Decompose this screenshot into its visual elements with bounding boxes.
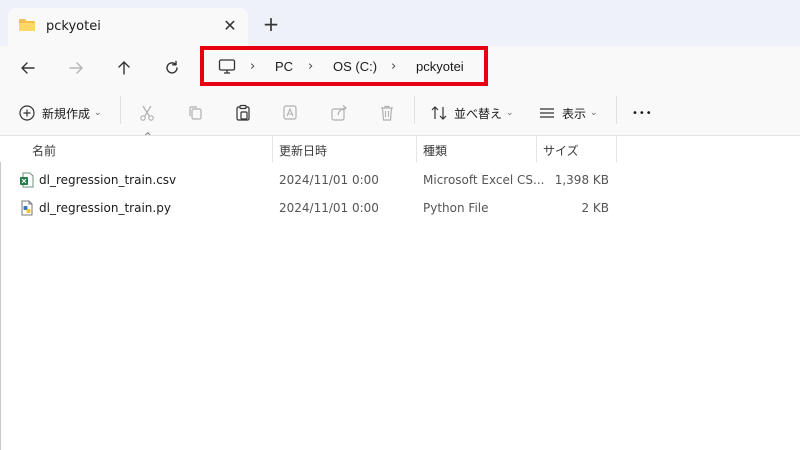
toolbar-divider	[120, 96, 121, 124]
view-list-icon	[540, 108, 554, 118]
title-bar: pckyotei ✕ +	[0, 0, 800, 46]
excel-csv-icon	[19, 172, 35, 188]
file-size: 1,398 KB	[554, 173, 609, 187]
file-name: dl_regression_train.csv	[39, 173, 177, 187]
new-label: 新規作成	[42, 106, 91, 121]
pc-icon[interactable]	[218, 59, 236, 74]
paste-button[interactable]	[234, 103, 252, 123]
chevron-down-icon: ⌄	[94, 108, 102, 118]
column-type[interactable]: 種類	[423, 142, 447, 159]
chevron-down-icon: ⌄	[506, 108, 514, 118]
view-button[interactable]: 表示 ⌄	[538, 103, 598, 123]
column-size[interactable]: サイズ	[543, 142, 579, 159]
column-divider[interactable]	[272, 136, 273, 162]
python-file-icon	[19, 200, 35, 216]
rename-icon	[283, 105, 297, 120]
refresh-icon	[166, 60, 178, 74]
column-divider[interactable]	[416, 136, 417, 162]
sort-label: 並べ替え	[454, 106, 503, 121]
file-type: Microsoft Excel CS...	[423, 173, 545, 187]
breadcrumb-separator[interactable]: ›	[250, 59, 255, 74]
file-type: Python File	[423, 201, 489, 215]
column-divider[interactable]	[536, 136, 537, 162]
file-row[interactable]: dl_regression_train.py 2024/11/01 0:00 P…	[0, 194, 800, 222]
arrow-up-icon	[118, 61, 130, 75]
copy-icon	[189, 106, 202, 120]
forward-button[interactable]	[62, 54, 90, 82]
new-tab-button[interactable]: +	[260, 12, 282, 36]
sort-arrows-icon	[431, 106, 447, 120]
column-name[interactable]: 名前	[32, 142, 56, 159]
paste-icon	[236, 104, 250, 121]
column-divider[interactable]	[616, 136, 617, 162]
file-row[interactable]: dl_regression_train.csv 2024/11/01 0:00 …	[0, 166, 800, 194]
refresh-button[interactable]	[158, 54, 186, 82]
plus-circle-icon	[19, 105, 35, 121]
rename-button[interactable]	[282, 103, 300, 123]
arrow-right-icon	[69, 62, 83, 74]
delete-button[interactable]	[378, 103, 396, 123]
arrow-left-icon	[21, 62, 35, 74]
chevron-down-icon: ⌄	[590, 108, 598, 118]
copy-button[interactable]	[186, 103, 204, 123]
file-name: dl_regression_train.py	[39, 201, 171, 215]
more-options-icon[interactable]: •••	[632, 103, 653, 123]
scissors-icon	[140, 105, 154, 121]
column-date[interactable]: 更新日時	[279, 142, 327, 159]
back-button[interactable]	[14, 54, 42, 82]
breadcrumb-os-c[interactable]: OS (C:)	[333, 59, 377, 74]
toolbar-divider	[616, 96, 617, 124]
file-date: 2024/11/01 0:00	[279, 201, 379, 215]
close-tab-icon[interactable]: ✕	[220, 15, 240, 35]
toolbar-divider	[414, 96, 415, 124]
tab-pckyotei[interactable]: pckyotei ✕	[8, 8, 248, 46]
file-size: 2 KB	[581, 201, 609, 215]
column-header: ^ 名前 更新日時 種類 サイズ	[0, 132, 800, 162]
cut-button[interactable]	[138, 103, 156, 123]
breadcrumb-pc[interactable]: PC	[275, 59, 293, 74]
sort-indicator-icon: ^	[144, 132, 152, 142]
tab-title: pckyotei	[46, 19, 101, 34]
share-button[interactable]	[330, 103, 348, 123]
breadcrumb-separator[interactable]: ›	[308, 59, 313, 74]
new-button[interactable]: 新規作成 ⌄	[18, 103, 102, 123]
folder-icon	[18, 18, 36, 32]
up-button[interactable]	[110, 54, 138, 82]
share-icon	[331, 105, 347, 121]
file-date: 2024/11/01 0:00	[279, 173, 379, 187]
view-label: 表示	[562, 106, 587, 121]
trash-icon	[381, 105, 393, 121]
sort-button[interactable]: 並べ替え ⌄	[430, 103, 514, 123]
breadcrumb-separator[interactable]: ›	[391, 59, 396, 74]
address-bar[interactable]: › PC › OS (C:) › pckyotei	[200, 46, 488, 86]
navigation-bar: › PC › OS (C:) › pckyotei	[0, 46, 800, 90]
breadcrumb-pckyotei[interactable]: pckyotei	[416, 59, 464, 74]
